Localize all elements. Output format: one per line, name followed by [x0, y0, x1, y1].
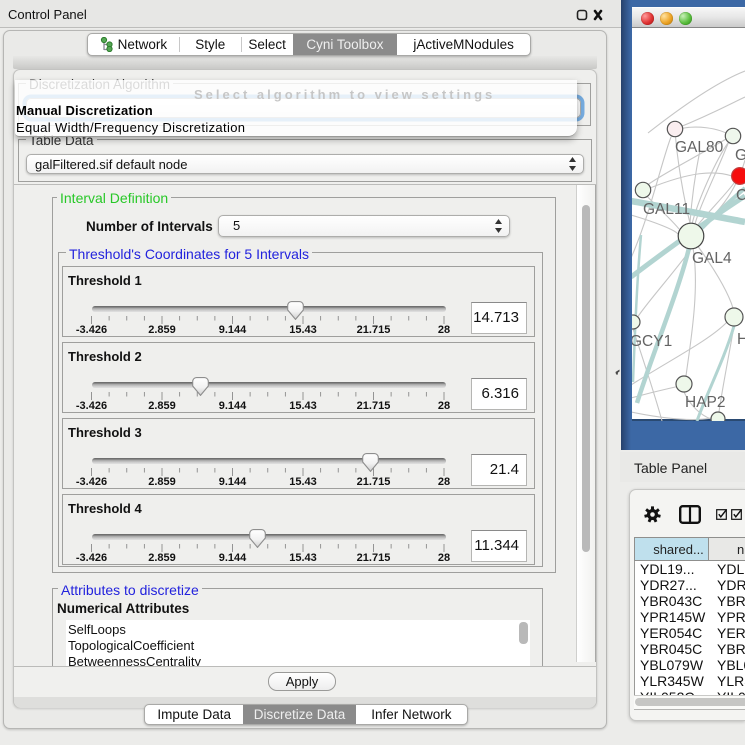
svg-text:H: H — [737, 331, 745, 348]
svg-text:C: C — [736, 187, 745, 204]
svg-text:HAP2: HAP2 — [685, 394, 726, 411]
svg-text:GAL4: GAL4 — [692, 250, 732, 267]
svg-text:GAL80: GAL80 — [675, 139, 724, 156]
svg-text:GCY1: GCY1 — [632, 333, 672, 350]
svg-text:G: G — [735, 147, 745, 164]
svg-text:GAL11: GAL11 — [643, 201, 690, 218]
